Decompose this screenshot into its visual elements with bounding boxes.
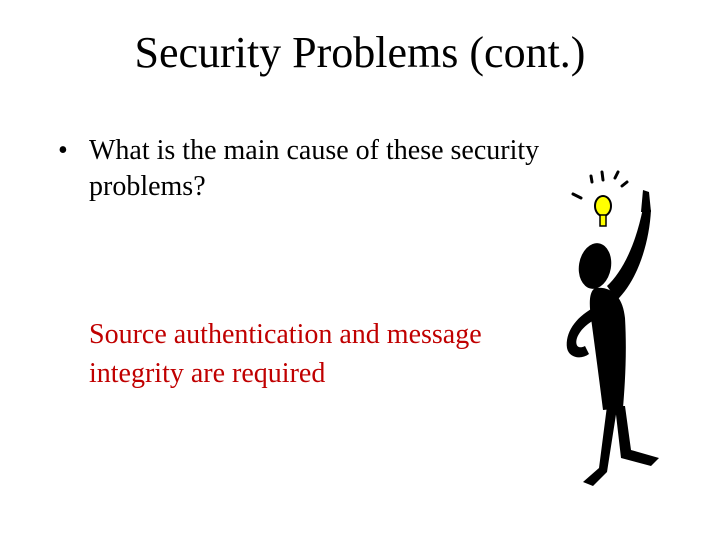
idea-rays-icon <box>571 170 629 200</box>
answer-text: Source authentication and message integr… <box>89 319 482 389</box>
light-bulb-icon <box>594 195 612 227</box>
bullet-marker: • <box>58 135 68 166</box>
head-icon <box>578 243 612 289</box>
bullet-text: What is the main cause of these security… <box>89 135 540 202</box>
idea-person-icon <box>566 170 659 486</box>
slide-title: Security Problems (cont.) <box>134 28 586 77</box>
slide: Security Problems (cont.) • What is the … <box>0 0 720 540</box>
